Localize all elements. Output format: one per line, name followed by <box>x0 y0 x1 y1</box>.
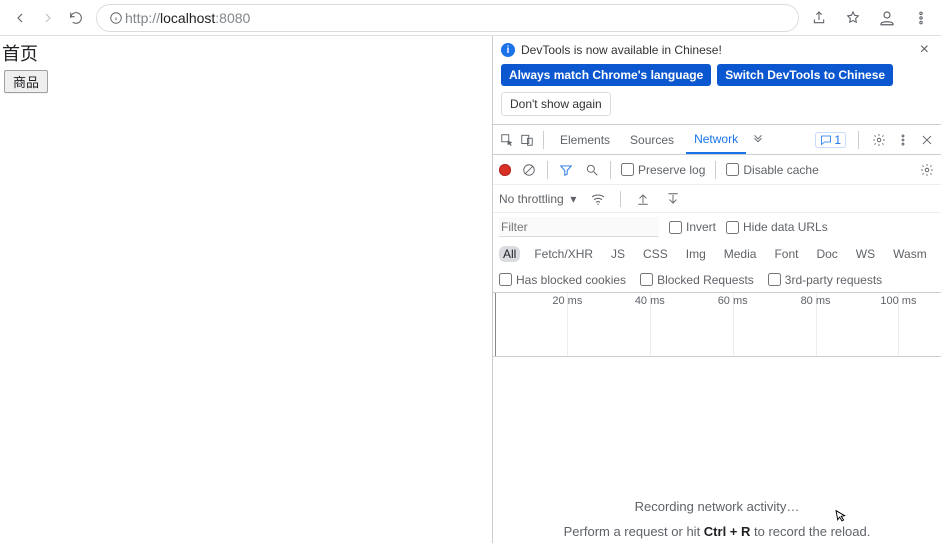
record-button[interactable] <box>499 164 511 176</box>
type-media[interactable]: Media <box>720 246 761 262</box>
filter-icon[interactable] <box>558 162 574 178</box>
type-all[interactable]: All <box>499 246 520 262</box>
type-js[interactable]: JS <box>607 246 629 262</box>
page-content: 首页 商品 <box>0 36 490 543</box>
switch-language-button[interactable]: Switch DevTools to Chinese <box>717 64 893 86</box>
type-css[interactable]: CSS <box>639 246 672 262</box>
infobar-close-icon[interactable]: × <box>916 42 933 58</box>
bookmark-star-icon[interactable] <box>839 4 867 32</box>
always-match-language-button[interactable]: Always match Chrome's language <box>501 64 711 86</box>
type-font[interactable]: Font <box>770 246 802 262</box>
type-ws[interactable]: WS <box>852 246 879 262</box>
hide-data-urls-checkbox[interactable]: Hide data URLs <box>726 220 828 234</box>
blocked-requests-checkbox[interactable]: Blocked Requests <box>640 273 754 287</box>
browser-toolbar: http://localhost:8080 <box>0 0 941 36</box>
product-button[interactable]: 商品 <box>4 70 48 93</box>
reload-button[interactable] <box>62 4 90 32</box>
inspect-element-icon[interactable] <box>499 132 515 148</box>
timeline-tick: 100 ms <box>880 295 916 307</box>
empty-title: Recording network activity… <box>635 499 800 514</box>
export-har-icon[interactable] <box>665 191 681 207</box>
cursor-icon <box>833 505 851 530</box>
info-icon: i <box>501 43 515 57</box>
tab-elements[interactable]: Elements <box>552 125 618 154</box>
address-bar[interactable]: http://localhost:8080 <box>96 4 799 32</box>
preserve-log-checkbox[interactable]: Preserve log <box>621 163 705 177</box>
timeline-tick: 60 ms <box>718 295 748 307</box>
network-timeline[interactable]: 20 ms 40 ms 60 ms 80 ms 100 ms <box>493 293 941 357</box>
throttling-select[interactable]: No throttling ▾ <box>499 192 576 206</box>
tab-sources[interactable]: Sources <box>622 125 682 154</box>
back-button[interactable] <box>6 4 34 32</box>
resource-type-filters: All Fetch/XHR JS CSS Img Media Font Doc … <box>493 241 941 267</box>
devtools-panel: i DevTools is now available in Chinese! … <box>492 36 941 543</box>
network-settings-gear-icon[interactable] <box>919 162 935 178</box>
import-har-icon[interactable] <box>635 191 651 207</box>
infobar-message: DevTools is now available in Chinese! <box>521 43 722 57</box>
issues-count: 1 <box>834 133 841 147</box>
clear-icon[interactable] <box>521 162 537 178</box>
address-text: http://localhost:8080 <box>125 10 250 26</box>
has-blocked-cookies-checkbox[interactable]: Has blocked cookies <box>499 273 626 287</box>
filter-row: Invert Hide data URLs <box>493 213 941 241</box>
network-empty-state: Recording network activity… Perform a re… <box>493 357 941 543</box>
timeline-tick: 80 ms <box>801 295 831 307</box>
empty-hint: Perform a request or hit Ctrl + R to rec… <box>564 524 871 539</box>
page-heading: 首页 <box>0 36 490 68</box>
type-fetch-xhr[interactable]: Fetch/XHR <box>530 246 597 262</box>
network-toolbar: Preserve log Disable cache <box>493 155 941 185</box>
throttling-row: No throttling ▾ <box>493 185 941 213</box>
type-img[interactable]: Img <box>682 246 710 262</box>
network-conditions-wifi-icon[interactable] <box>590 191 606 207</box>
issues-badge[interactable]: 1 <box>815 132 846 148</box>
more-tabs-icon[interactable] <box>750 132 766 148</box>
invert-checkbox[interactable]: Invert <box>669 220 716 234</box>
timeline-tick: 40 ms <box>635 295 665 307</box>
filter-input[interactable] <box>499 217 659 237</box>
devtools-close-icon[interactable] <box>919 132 935 148</box>
search-icon[interactable] <box>584 162 600 178</box>
devtools-menu-icon[interactable] <box>895 132 911 148</box>
devtools-infobar: i DevTools is now available in Chinese! … <box>493 36 941 125</box>
settings-gear-icon[interactable] <box>871 132 887 148</box>
device-toggle-icon[interactable] <box>519 132 535 148</box>
disable-cache-checkbox[interactable]: Disable cache <box>726 163 818 177</box>
forward-button[interactable] <box>34 4 62 32</box>
tab-network[interactable]: Network <box>686 125 746 154</box>
dont-show-again-button[interactable]: Don't show again <box>501 92 611 116</box>
timeline-tick: 20 ms <box>552 295 582 307</box>
profile-avatar-icon[interactable] <box>873 4 901 32</box>
share-icon[interactable] <box>805 4 833 32</box>
devtools-tabs: Elements Sources Network 1 <box>493 125 941 155</box>
site-info-icon[interactable] <box>107 9 125 27</box>
third-party-checkbox[interactable]: 3rd-party requests <box>768 273 882 287</box>
type-wasm[interactable]: Wasm <box>889 246 931 262</box>
extra-filters-row: Has blocked cookies Blocked Requests 3rd… <box>493 267 941 293</box>
chrome-menu-icon[interactable] <box>907 4 935 32</box>
type-doc[interactable]: Doc <box>812 246 841 262</box>
